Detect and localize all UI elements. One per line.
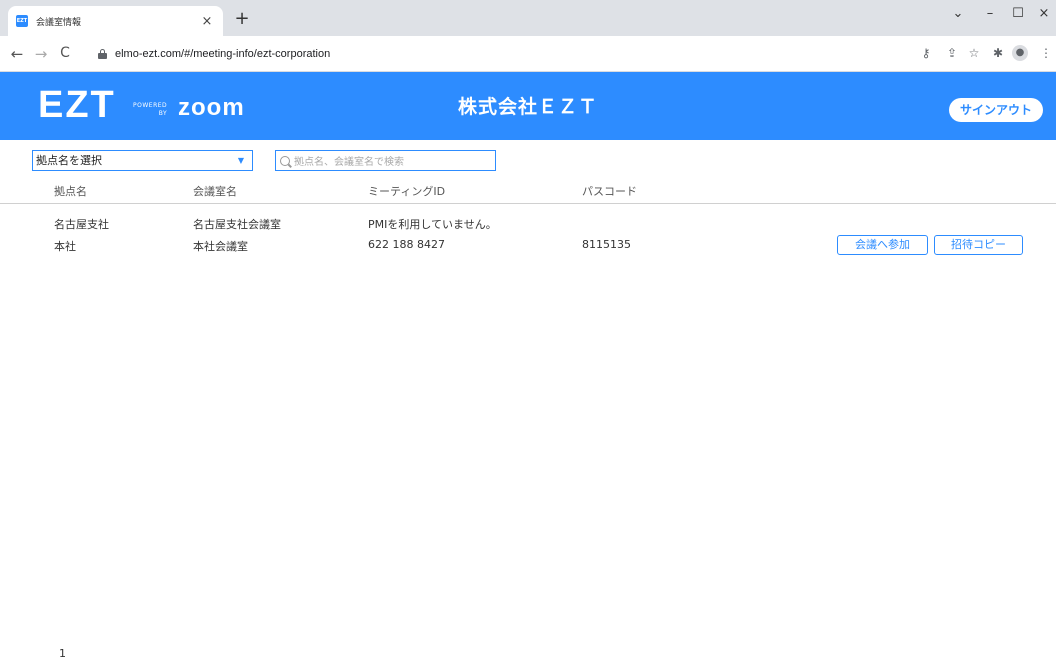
column-passcode: パスコード	[582, 185, 637, 198]
search-icon	[280, 155, 290, 166]
browser-tab[interactable]: EZT 会議室情報 ×	[8, 6, 223, 36]
reload-icon[interactable]: C	[56, 45, 74, 61]
extensions-icon[interactable]: ✱	[990, 46, 1006, 60]
cell-room: 名古屋支社会議室	[193, 218, 281, 231]
page-number[interactable]: 1	[59, 647, 66, 660]
dropdown-arrow-icon: ▼	[237, 156, 244, 165]
lock-icon	[98, 49, 107, 59]
copy-invite-button[interactable]: 招待コピー	[934, 235, 1023, 255]
table-row: 本社 本社会議室 622 188 8427 8115135 会議へ参加 招待コピ…	[0, 235, 1056, 255]
cell-site: 本社	[54, 240, 76, 253]
join-meeting-button[interactable]: 会議へ参加	[837, 235, 928, 255]
browser-toolbar: ← → C elmo-ezt.com/#/meeting-info/ezt-co…	[0, 36, 1056, 72]
column-room: 会議室名	[193, 185, 237, 198]
signout-button[interactable]: サインアウト	[949, 98, 1043, 122]
company-name: 株式会社ＥＺＴ	[457, 96, 598, 118]
maximize-icon[interactable]: ☐	[1006, 6, 1030, 21]
back-icon[interactable]: ←	[8, 45, 26, 63]
site-select-value: 拠点名を選択	[36, 154, 102, 167]
profile-avatar-icon[interactable]: ●	[1012, 45, 1028, 61]
cell-meeting-id: PMIを利用していません。	[368, 218, 497, 231]
favicon-icon: EZT	[16, 15, 28, 27]
site-select[interactable]: 拠点名を選択 ▼	[32, 150, 253, 171]
cell-site: 名古屋支社	[54, 218, 109, 231]
tab-title: 会議室情報	[36, 17, 82, 28]
share-icon[interactable]: ⇪	[944, 46, 960, 60]
search-placeholder: 拠点名、会議室名で検索	[294, 157, 404, 168]
app-header: EZT POWERED BY zoom 株式会社ＥＺＴ サインアウト	[0, 72, 1056, 140]
menu-dots-icon[interactable]: ⋮	[1038, 46, 1054, 60]
browser-tabstrip: EZT 会議室情報 × + ⌄ – ☐ ×	[0, 0, 1056, 36]
close-window-icon[interactable]: ×	[1032, 6, 1056, 21]
close-tab-icon[interactable]: ×	[199, 14, 215, 29]
key-icon[interactable]: ⚷	[918, 46, 934, 60]
cell-passcode: 8115135	[582, 238, 631, 251]
url-text: elmo-ezt.com/#/meeting-info/ezt-corporat…	[115, 48, 331, 60]
column-site: 拠点名	[54, 185, 87, 198]
column-meeting-id: ミーティングID	[368, 185, 446, 198]
table-header: 拠点名 会議室名 ミーティングID パスコード	[0, 178, 1056, 204]
new-tab-icon[interactable]: +	[232, 8, 252, 29]
tab-search-icon[interactable]: ⌄	[946, 6, 970, 21]
cell-room: 本社会議室	[193, 240, 248, 253]
forward-icon[interactable]: →	[32, 45, 50, 63]
bookmark-star-icon[interactable]: ☆	[966, 46, 982, 60]
search-input[interactable]: 拠点名、会議室名で検索	[275, 150, 496, 171]
table-row: 名古屋支社 名古屋支社会議室 PMIを利用していません。	[0, 213, 1056, 233]
minimize-icon[interactable]: –	[978, 6, 1002, 21]
address-bar[interactable]: elmo-ezt.com/#/meeting-info/ezt-corporat…	[92, 41, 892, 67]
cell-meeting-id: 622 188 8427	[368, 238, 445, 251]
